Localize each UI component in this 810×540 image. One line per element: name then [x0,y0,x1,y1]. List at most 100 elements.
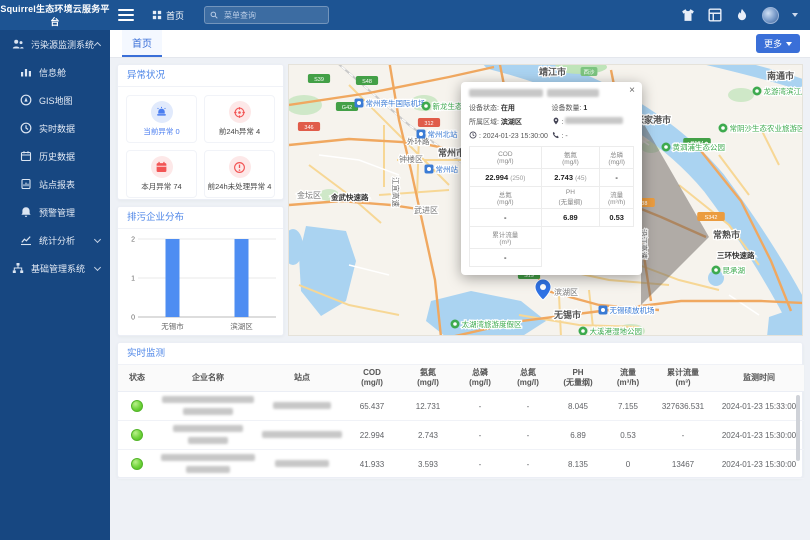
status-dot [131,458,143,470]
svg-text:金武快速路: 金武快速路 [330,192,369,202]
column-header: 站点 [260,365,344,392]
more-button[interactable]: 更多 [756,34,800,53]
svg-text:常州站: 常州站 [436,164,459,174]
table-cell: - [456,392,504,421]
sidebar-item-7[interactable]: 统计分析 [0,226,110,254]
topbar: Squirrel生态环境云服务平台 首页 [0,0,810,30]
table-cell: 0 [604,450,652,479]
table-cell: 2024-01-23 15:30:00 [714,421,804,450]
topbar-home-link[interactable]: 首页 [152,9,184,22]
metric-header: 总磷(mg/l) [600,147,634,169]
metric-value: - [470,209,542,227]
svg-text:S39: S39 [314,77,324,83]
table-cell: 0.53 [604,421,652,450]
pin-icon [552,117,560,125]
svg-text:无锡硕放机场: 无锡硕放机场 [610,305,655,315]
metric-value: 0.53 [600,209,634,227]
device-phone: : - [552,131,635,140]
metric-value [541,249,600,267]
column-header: 累计流量(m³) [652,365,714,392]
svg-text:2: 2 [131,237,135,244]
sidebar-item-label: 历史数据 [39,150,75,163]
table-cell: 7.155 [604,392,652,421]
table-cell: - [456,421,504,450]
table-cell: 2024-01-23 15:33:00 [714,392,804,421]
table-row[interactable]: 65.43712.731--8.0457.155327636.5312024-0… [118,392,804,421]
table-row[interactable]: 41.9333.593--8.1350134672024-01-23 15:30… [118,450,804,479]
svg-text:黄泗浦生态公园: 黄泗浦生态公园 [673,142,726,152]
user-avatar[interactable] [762,7,779,24]
sidebar-item-0[interactable]: 污染源监测系统 [0,30,110,58]
table-cell: - [456,450,504,479]
svg-text:常熟市: 常熟市 [713,229,740,240]
sidebar-item-label: 实时数据 [39,122,75,135]
column-header: 流量(m³/h) [604,365,652,392]
popup-title-redacted [469,89,634,97]
metric-header [600,227,634,249]
alert-card-0[interactable]: 当前异常 0 [126,95,197,143]
sidebar-item-2[interactable]: GIS地图 [0,86,110,114]
station-name-redacted [260,392,344,421]
metric-value: 6.89 [541,209,600,227]
svg-text:S48: S48 [362,79,372,85]
sidebar-item-6[interactable]: 预警管理 [0,198,110,226]
layout-icon[interactable] [708,8,722,22]
stats-icon [20,234,32,246]
sidebar-item-1[interactable]: 信息舱 [0,58,110,86]
chevron-up-icon [94,41,101,48]
gis-map[interactable]: 靖江市南通市张家港市常州市常熟市无锡市钟楼区武进区金坛区外环路金武快速路三环快速… [288,64,803,336]
metric-header: 流量(m³/h) [600,187,634,209]
poi-green: 龙游湾滨江风光带 [753,86,804,96]
company-name-redacted [156,392,260,421]
tab-home[interactable]: 首页 [122,30,162,57]
clock-icon [469,131,477,139]
hamburger-menu-icon[interactable] [118,9,134,21]
flame-icon[interactable] [735,8,749,22]
sidebar-item-8[interactable]: 基础管理系统 [0,254,110,282]
poi-green: 大溪港湿地公园 [579,326,643,336]
metric-header: 累计流量(m³) [470,227,542,249]
metric-value: 2.743 (45) [541,169,600,187]
search-input[interactable] [222,10,322,21]
realtime-panel-title: 实时监测 [118,343,802,365]
menu-search[interactable] [204,6,329,24]
sidebar-item-4[interactable]: 历史数据 [0,142,110,170]
alert-card-2[interactable]: 本月异常 74 [126,150,197,198]
svg-text:常州奔牛国际机场: 常州奔牛国际机场 [366,98,426,108]
popup-close-icon[interactable]: × [629,86,635,96]
device-address: : [552,117,635,127]
table-row[interactable]: 22.9942.743--6.890.53-2024-01-23 15:30:0… [118,421,804,450]
calendar-icon [155,161,168,174]
svg-text:0: 0 [131,315,135,322]
alert-card-1[interactable]: 前24h异常 4 [204,95,275,143]
sidebar-item-5[interactable]: 站点报表 [0,170,110,198]
road-badge: 346 [298,122,320,131]
sidebar-item-3[interactable]: 实时数据 [0,114,110,142]
metric-header: 总氮(mg/l) [470,187,542,209]
svg-text:312: 312 [424,121,433,127]
sidebar-item-label: GIS地图 [39,94,73,107]
alert-card-3[interactable]: 前24h未处理异常 4 [204,150,275,198]
svg-text:南通市: 南通市 [767,70,794,81]
sidebar-item-label: 预警管理 [39,206,75,219]
svg-text:昆承湖: 昆承湖 [723,266,746,275]
table-cell: 2.743 [400,421,456,450]
station-name-redacted [260,421,344,450]
clock-icon [20,122,32,134]
table-scrollbar[interactable] [796,395,800,461]
column-header: 总氮(mg/l) [504,365,552,392]
alert-card-label: 本月异常 74 [141,181,181,192]
target-icon [233,106,246,119]
svg-text:常州北站: 常州北站 [428,129,458,139]
table-cell: - [504,392,552,421]
shirt-icon[interactable] [681,8,695,22]
chevron-down-icon [786,42,792,46]
user-menu-caret-icon[interactable] [792,13,798,17]
metric-header [541,227,600,249]
alerts-panel-title: 异常状况 [118,65,283,87]
column-header: PH(无量纲) [552,365,604,392]
svg-text:滨湖区: 滨湖区 [554,287,578,297]
bell-icon [20,206,32,218]
chart-panel: 排污企业分布 012无锡市滨湖区 [117,206,284,336]
table-cell: 8.045 [552,392,604,421]
